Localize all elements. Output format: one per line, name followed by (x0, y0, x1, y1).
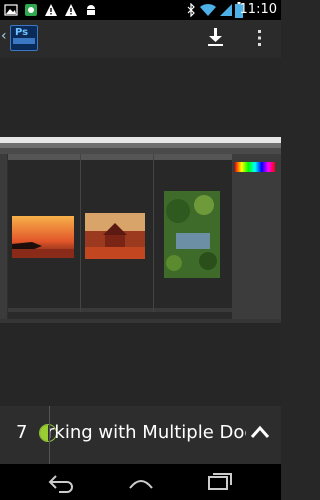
lesson-title: orking with Multiple Docu (50, 422, 246, 443)
recent-apps-icon[interactable] (205, 470, 233, 494)
warning-icon (65, 4, 77, 16)
status-bar: 11:10 (0, 0, 281, 20)
progress-fill (40, 425, 48, 441)
document-panel-sunset (8, 154, 81, 312)
document-status (154, 308, 232, 312)
status-time: 11:10 (239, 2, 277, 17)
document-panel-barn (81, 154, 154, 312)
download-button[interactable] (205, 27, 225, 47)
app-notification-icon (25, 4, 37, 16)
home-icon[interactable] (127, 470, 155, 494)
document-status (81, 308, 153, 312)
garden-photo (164, 191, 220, 278)
color-swatches (235, 162, 275, 172)
app-icon[interactable]: Ps (10, 25, 38, 51)
app-icon-label: Ps (15, 27, 29, 38)
back-chevron-icon[interactable]: ‹ (1, 29, 9, 43)
document-panel-garden (154, 154, 233, 312)
app-icon-subtitle (13, 38, 35, 44)
signal-icon (220, 4, 232, 16)
chevron-up-icon[interactable] (250, 424, 270, 440)
document-tab (8, 154, 80, 160)
warning-icon (45, 4, 57, 16)
action-bar: ‹ (0, 20, 281, 58)
overflow-menu-button[interactable] (253, 28, 265, 48)
ps-status-bar (0, 319, 281, 323)
ps-toolbar (0, 154, 7, 323)
android-icon (87, 5, 95, 15)
photoshop-screenshot (0, 137, 281, 323)
back-icon[interactable] (47, 470, 75, 494)
bluetooth-icon (187, 3, 195, 17)
ps-document-area (8, 154, 233, 319)
barn-photo (85, 213, 145, 259)
lesson-number: 7 (16, 422, 28, 443)
sunset-photo (12, 216, 74, 258)
document-tab (154, 154, 232, 160)
document-status (8, 308, 80, 312)
navigation-bar (0, 464, 281, 500)
picture-icon (4, 4, 18, 16)
wifi-icon (200, 3, 216, 16)
lesson-bar[interactable]: 7 orking with Multiple Docu (0, 406, 281, 464)
ps-panels (232, 154, 281, 323)
document-tab (81, 154, 153, 160)
